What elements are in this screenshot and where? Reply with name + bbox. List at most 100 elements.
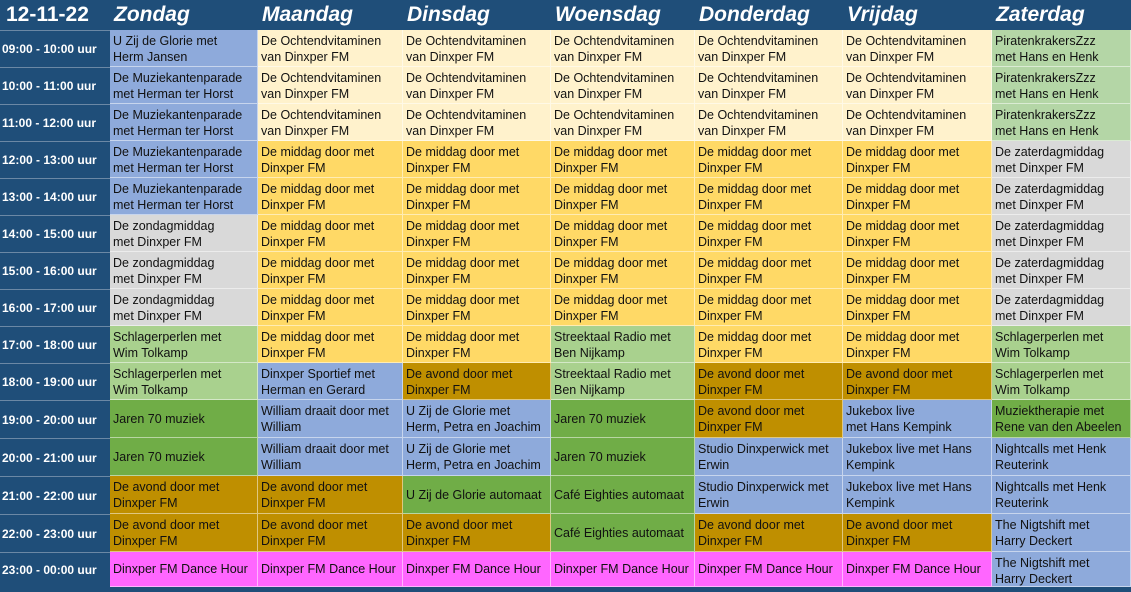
program-cell: De Ochtendvitaminen van Dinxper FM: [695, 30, 843, 67]
program-cell: Jaren 70 muziek: [110, 400, 258, 438]
program-cell: Dinxper FM Dance Hour: [403, 552, 551, 587]
program-cell: De Muziekantenparade met Herman ter Hors…: [110, 178, 258, 215]
time-slot: 23:00 - 00:00 uur: [0, 552, 110, 587]
program-cell: De zaterdagmiddag met Dinxper FM: [992, 215, 1131, 252]
program-cell: De Muziekantenparade met Herman ter Hors…: [110, 67, 258, 104]
program-cell: De Ochtendvitaminen van Dinxper FM: [258, 104, 403, 141]
program-cell: De middag door met Dinxper FM: [403, 252, 551, 289]
program-cell: De zaterdagmiddag met Dinxper FM: [992, 252, 1131, 289]
program-cell: De Ochtendvitaminen van Dinxper FM: [695, 104, 843, 141]
day-header: Zaterdag: [992, 0, 1131, 30]
program-cell: Jukebox live met Hans Kempink: [843, 476, 992, 514]
program-cell: De middag door met Dinxper FM: [258, 252, 403, 289]
program-cell: De middag door met Dinxper FM: [843, 178, 992, 215]
program-cell: De middag door met Dinxper FM: [695, 289, 843, 326]
program-cell: De zaterdagmiddag met Dinxper FM: [992, 141, 1131, 178]
time-slot: 19:00 - 20:00 uur: [0, 400, 110, 438]
program-cell: Schlagerperlen met Wim Tolkamp: [992, 363, 1131, 400]
program-cell: Dinxper FM Dance Hour: [551, 552, 695, 587]
program-cell: Studio Dinxperwick met Erwin: [695, 438, 843, 476]
program-cell: De avond door met Dinxper FM: [695, 514, 843, 552]
time-slot: 20:00 - 21:00 uur: [0, 438, 110, 476]
program-cell: De middag door met Dinxper FM: [258, 289, 403, 326]
program-cell: De middag door met Dinxper FM: [843, 289, 992, 326]
program-cell: William draait door met William: [258, 400, 403, 438]
day-header: Donderdag: [695, 0, 843, 30]
program-cell: Muziektherapie met Rene van den Abeelen: [992, 400, 1131, 438]
time-slot: 21:00 - 22:00 uur: [0, 476, 110, 514]
program-cell: Streektaal Radio met Ben Nijkamp: [551, 326, 695, 363]
program-cell: De Ochtendvitaminen van Dinxper FM: [258, 30, 403, 67]
program-cell: Café Eighties automaat: [551, 514, 695, 552]
program-cell: PiratenkrakersZzz met Hans en Henk: [992, 67, 1131, 104]
time-slot: 13:00 - 14:00 uur: [0, 178, 110, 215]
program-cell: De Ochtendvitaminen van Dinxper FM: [551, 104, 695, 141]
program-cell: De Ochtendvitaminen van Dinxper FM: [843, 30, 992, 67]
program-cell: Dinxper FM Dance Hour: [843, 552, 992, 587]
time-slot: 11:00 - 12:00 uur: [0, 104, 110, 141]
program-cell: Dinxper Sportief met Herman en Gerard: [258, 363, 403, 400]
program-cell: De middag door met Dinxper FM: [695, 252, 843, 289]
program-cell: Dinxper FM Dance Hour: [110, 552, 258, 587]
time-slot: 12:00 - 13:00 uur: [0, 141, 110, 178]
program-cell: Schlagerperlen met Wim Tolkamp: [110, 363, 258, 400]
program-cell: Jaren 70 muziek: [110, 438, 258, 476]
program-cell: De zaterdagmiddag met Dinxper FM: [992, 289, 1131, 326]
program-cell: De middag door met Dinxper FM: [258, 141, 403, 178]
program-cell: De Ochtendvitaminen van Dinxper FM: [403, 67, 551, 104]
program-cell: De Ochtendvitaminen van Dinxper FM: [551, 67, 695, 104]
time-slot: 17:00 - 18:00 uur: [0, 326, 110, 363]
program-cell: De avond door met Dinxper FM: [403, 514, 551, 552]
program-cell: De avond door met Dinxper FM: [843, 514, 992, 552]
program-cell: De middag door met Dinxper FM: [551, 215, 695, 252]
program-cell: De avond door met Dinxper FM: [403, 363, 551, 400]
program-cell: De avond door met Dinxper FM: [110, 476, 258, 514]
day-header: Vrijdag: [843, 0, 992, 30]
program-cell: Studio Dinxperwick met Erwin: [695, 476, 843, 514]
time-slot: 18:00 - 19:00 uur: [0, 363, 110, 400]
program-cell: De middag door met Dinxper FM: [843, 252, 992, 289]
program-cell: De middag door met Dinxper FM: [551, 252, 695, 289]
program-cell: De middag door met Dinxper FM: [695, 178, 843, 215]
program-cell: De middag door met Dinxper FM: [403, 178, 551, 215]
time-slot: 15:00 - 16:00 uur: [0, 252, 110, 289]
program-cell: Jaren 70 muziek: [551, 400, 695, 438]
schedule-grid: 12-11-22 Zondag Maandag Dinsdag Woensdag Dond…: [0, 0, 1131, 592]
program-cell: De Ochtendvitaminen van Dinxper FM: [403, 104, 551, 141]
program-cell: PiratenkrakersZzz met Hans en Henk: [992, 30, 1131, 67]
program-cell: De middag door met Dinxper FM: [695, 215, 843, 252]
program-cell: Jaren 70 muziek: [551, 438, 695, 476]
program-cell: De Ochtendvitaminen van Dinxper FM: [403, 30, 551, 67]
program-cell: De middag door met Dinxper FM: [843, 326, 992, 363]
program-cell: Café Eighties automaat: [551, 476, 695, 514]
program-cell: De Ochtendvitaminen van Dinxper FM: [843, 104, 992, 141]
program-cell: De middag door met Dinxper FM: [551, 289, 695, 326]
program-cell: De zaterdagmiddag met Dinxper FM: [992, 178, 1131, 215]
program-cell: U Zij de Glorie met Herm Jansen: [110, 30, 258, 67]
program-cell: De avond door met Dinxper FM: [843, 363, 992, 400]
program-cell: De zondagmiddag met Dinxper FM: [110, 215, 258, 252]
program-cell: De middag door met Dinxper FM: [843, 215, 992, 252]
program-cell: De zondagmiddag met Dinxper FM: [110, 289, 258, 326]
program-cell: De middag door met Dinxper FM: [403, 215, 551, 252]
day-header: Maandag: [258, 0, 403, 30]
program-cell: U Zij de Glorie met Herm, Petra en Joach…: [403, 400, 551, 438]
program-cell: De middag door met Dinxper FM: [695, 141, 843, 178]
program-cell: Nightcalls met Henk Reuterink: [992, 476, 1131, 514]
day-header: Woensdag: [551, 0, 695, 30]
program-cell: Streektaal Radio met Ben Nijkamp: [551, 363, 695, 400]
date-header: 12-11-22: [0, 0, 110, 30]
time-slot: 22:00 - 23:00 uur: [0, 514, 110, 552]
program-cell: De middag door met Dinxper FM: [843, 141, 992, 178]
program-cell: De avond door met Dinxper FM: [110, 514, 258, 552]
program-cell: PiratenkrakersZzz met Hans en Henk: [992, 104, 1131, 141]
program-cell: De middag door met Dinxper FM: [695, 326, 843, 363]
program-cell: Dinxper FM Dance Hour: [258, 552, 403, 587]
program-cell: U Zij de Glorie met Herm, Petra en Joach…: [403, 438, 551, 476]
program-cell: De middag door met Dinxper FM: [403, 326, 551, 363]
program-cell: Dinxper FM Dance Hour: [695, 552, 843, 587]
program-cell: Nightcalls met Henk Reuterink: [992, 438, 1131, 476]
program-cell: The Nigtshift met Harry Deckert: [992, 514, 1131, 552]
program-cell: De zondagmiddag met Dinxper FM: [110, 252, 258, 289]
program-cell: William draait door met William: [258, 438, 403, 476]
